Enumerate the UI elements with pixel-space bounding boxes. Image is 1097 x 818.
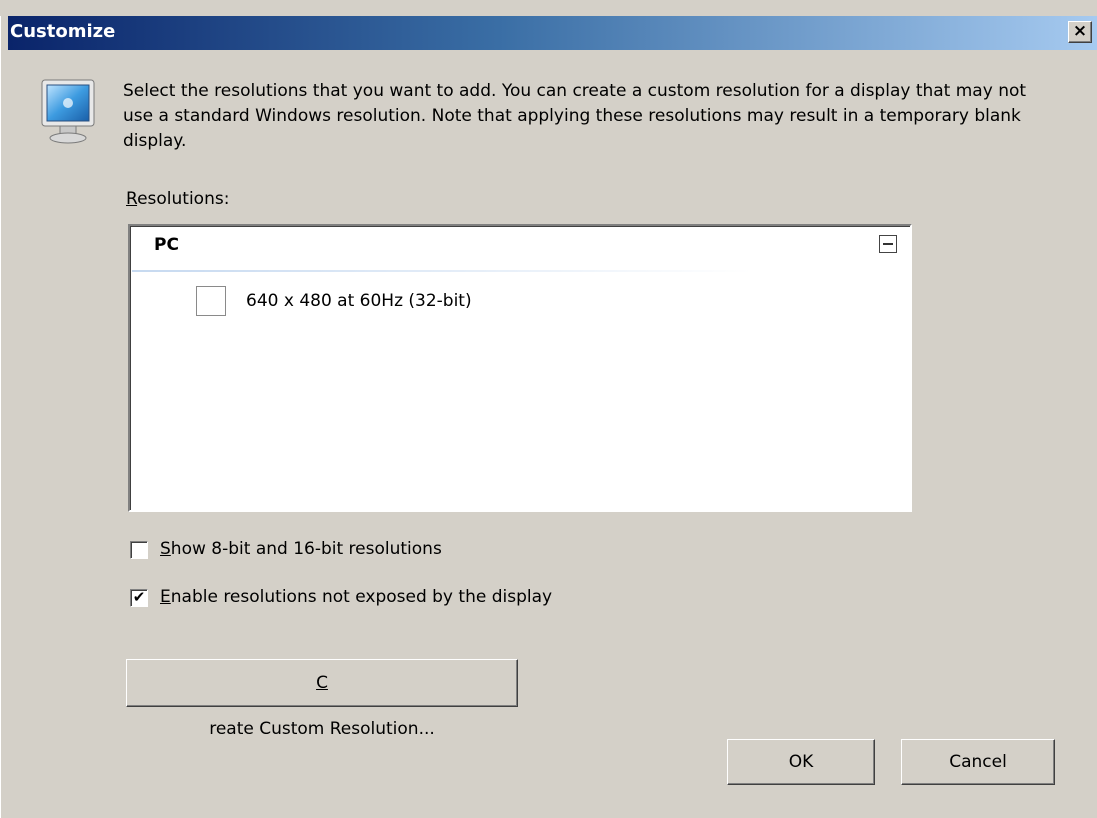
create-custom-resolution-button[interactable]: Create Custom Resolution... xyxy=(126,659,518,739)
window-frame xyxy=(0,16,8,818)
window-title: Customize xyxy=(10,21,116,42)
cancel-button[interactable]: Cancel xyxy=(901,739,1055,785)
item-checkbox[interactable] xyxy=(196,286,226,316)
resolutions-label: Resolutions: xyxy=(126,189,230,209)
close-button[interactable]: × xyxy=(1068,21,1092,43)
item-label: 640 x 480 at 60Hz (32-bit) xyxy=(246,291,472,311)
description-text: Select the resolutions that you want to … xyxy=(123,81,1027,151)
group-divider xyxy=(132,270,752,272)
enable-unexposed-checkbox[interactable]: ✔ xyxy=(130,589,148,607)
show-8bit-16bit-label: Show 8-bit and 16-bit resolutions xyxy=(160,539,442,559)
title-bar[interactable]: Customize × xyxy=(8,16,1097,50)
show-8bit-16bit-checkbox[interactable] xyxy=(130,541,148,559)
ok-button[interactable]: OK xyxy=(727,739,875,785)
monitor-icon xyxy=(41,79,95,144)
close-icon: × xyxy=(1072,21,1088,41)
enable-unexposed-label: Enable resolutions not exposed by the di… xyxy=(160,587,553,607)
checkmark-icon: ✔ xyxy=(132,588,146,606)
collapse-icon[interactable] xyxy=(879,235,897,253)
resolutions-list[interactable]: PC 640 x 480 at 60Hz (32-bit) xyxy=(128,224,912,512)
group-header-pc: PC xyxy=(154,235,179,255)
